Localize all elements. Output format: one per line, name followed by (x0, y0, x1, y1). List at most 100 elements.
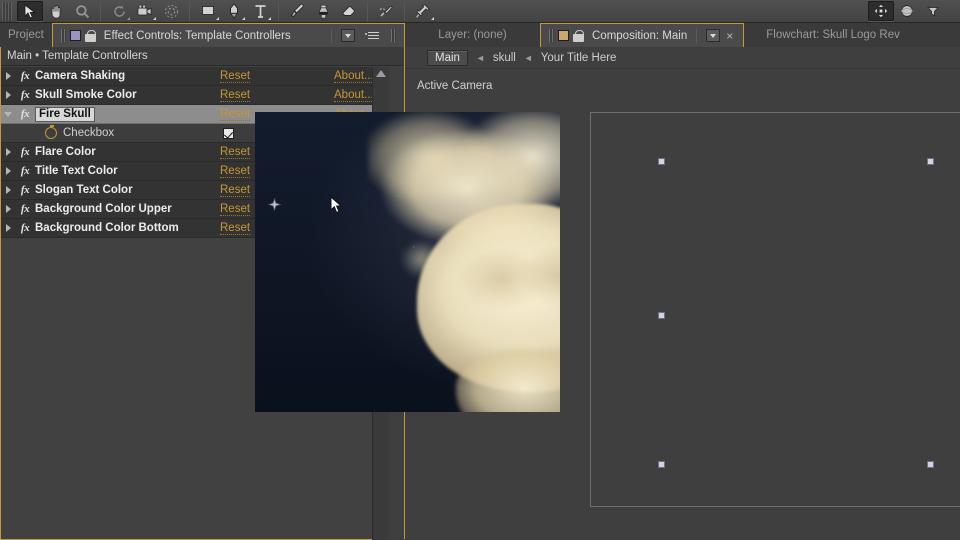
clone-stamp-tool[interactable] (310, 1, 336, 21)
stopwatch-icon[interactable] (45, 125, 57, 139)
twirl-arrow-icon[interactable] (1, 148, 15, 156)
toolbar-separator (278, 1, 279, 21)
composition-render[interactable] (255, 112, 560, 412)
pan-behind-tool[interactable] (158, 1, 184, 21)
after-effects-window: Project Effect Controls: Template Contro… (0, 0, 960, 540)
twirl-arrow-icon[interactable] (1, 205, 15, 213)
tool-flyout-arrow (216, 17, 219, 20)
tools-toolbar (0, 0, 960, 23)
tab-composition-label: Composition: Main (592, 29, 688, 42)
breadcrumb-comp-your-title-here[interactable]: Your Title Here (541, 52, 617, 64)
twirl-arrow-icon[interactable] (1, 167, 15, 175)
reset-link[interactable]: Reset (220, 108, 251, 121)
hand-tool[interactable] (43, 1, 69, 21)
eraser-tool[interactable] (336, 1, 362, 21)
checkbox-input[interactable] (223, 127, 234, 139)
breadcrumb-arrow-icon: ◄ (523, 52, 533, 63)
composition-color-swatch (558, 30, 569, 41)
toolbar-separator (100, 1, 101, 21)
toolbar-group-axis-modes (866, 0, 948, 23)
reset-link[interactable]: Reset (220, 184, 251, 197)
toolbar-group-paint (282, 0, 364, 23)
tab-effect-controls-label: Effect Controls: Template Controllers (103, 29, 291, 42)
toolbar-separator (189, 1, 190, 21)
toolbar-group-selection (15, 0, 97, 23)
twirl-arrow-icon[interactable] (1, 72, 15, 80)
tab-project-label: Project (8, 29, 44, 41)
tab-project[interactable]: Project (0, 23, 52, 47)
reset-link[interactable]: Reset (220, 146, 251, 159)
toolbar-group-camera (104, 0, 186, 23)
shape-tool[interactable] (195, 1, 221, 21)
tab-flowchart[interactable]: Flowchart: Skull Logo Rev (744, 23, 908, 47)
rotation-tool[interactable] (106, 1, 132, 21)
chevron-down-icon[interactable] (341, 29, 355, 42)
tab-effect-controls[interactable]: Effect Controls: Template Controllers (51, 23, 405, 47)
zoom-tool[interactable] (69, 1, 95, 21)
twirl-arrow-icon[interactable] (1, 224, 15, 232)
about-link[interactable]: About... (334, 89, 374, 102)
puppet-pin-tool[interactable] (410, 1, 436, 21)
anchor-point-icon[interactable] (268, 198, 281, 211)
toolbar-drag-grip[interactable] (2, 2, 12, 20)
selection-handle-middle-left[interactable] (658, 312, 665, 319)
fx-icon: fx (20, 165, 30, 177)
view-axis-mode[interactable] (920, 1, 946, 21)
toolbar-group-puppet (408, 0, 438, 23)
selection-handle-bottom-left[interactable] (658, 461, 665, 468)
tab-layer-viewer[interactable]: Layer: (none) (405, 23, 540, 47)
lock-icon[interactable] (573, 29, 584, 42)
scroll-up-arrow-icon[interactable] (376, 70, 386, 77)
tab-separator (696, 28, 698, 43)
tab-composition-viewer[interactable]: Composition: Main × (540, 23, 745, 47)
selection-handle-top-left[interactable] (658, 158, 665, 165)
twirl-arrow-icon[interactable] (1, 186, 15, 194)
tab-separator (331, 28, 332, 43)
effect-name: Background Color Bottom (35, 222, 179, 234)
camera-tool[interactable] (132, 1, 158, 21)
tool-flyout-arrow (431, 17, 434, 20)
local-axis-mode[interactable] (868, 1, 894, 21)
effect-name: Slogan Text Color (35, 184, 133, 196)
selection-tool[interactable] (17, 1, 43, 21)
panel-resize-grip[interactable] (391, 29, 396, 42)
effect-name: Skull Smoke Color (35, 89, 137, 101)
pen-tool[interactable] (221, 1, 247, 21)
tool-flyout-arrow (242, 17, 245, 20)
breadcrumb-arrow-icon: ◄ (475, 52, 485, 63)
effect-row-camera-shaking[interactable]: fx Camera Shaking Reset About... (1, 67, 389, 86)
active-camera-label: Active Camera (417, 80, 493, 92)
selection-handle-bottom-right[interactable] (927, 461, 934, 468)
toolbar-group-shape-text (193, 0, 275, 23)
toolbar-group-roto (371, 0, 401, 23)
reset-link[interactable]: Reset (220, 70, 251, 83)
twirl-arrow-icon[interactable] (1, 91, 15, 99)
tool-flyout-arrow (153, 17, 156, 20)
tab-drag-grip[interactable] (549, 29, 554, 42)
brush-tool[interactable] (284, 1, 310, 21)
toolbar-separator (367, 1, 368, 21)
type-tool[interactable] (247, 1, 273, 21)
selection-handle-top-right[interactable] (927, 158, 934, 165)
tab-drag-grip[interactable] (60, 29, 66, 42)
lock-icon[interactable] (84, 29, 96, 42)
breadcrumb-comp-skull[interactable]: skull (493, 52, 516, 64)
fx-icon: fx (20, 70, 30, 82)
effect-name: Fire Skull (35, 106, 95, 122)
left-panel-tab-bar: Project Effect Controls: Template Contro… (0, 23, 405, 47)
panel-menu-icon[interactable] (365, 31, 379, 40)
chevron-down-icon[interactable] (706, 29, 721, 42)
about-link[interactable]: About... (334, 70, 374, 83)
close-icon[interactable]: × (724, 29, 735, 43)
world-axis-mode[interactable] (894, 1, 920, 21)
twirl-arrow-icon[interactable] (1, 111, 15, 117)
right-panel-tab-bar: Layer: (none) Composition: Main × Flowch… (405, 23, 960, 47)
viewer-bounding-box (590, 112, 960, 507)
roto-brush-tool[interactable] (373, 1, 399, 21)
effect-row-skull-smoke-color[interactable]: fx Skull Smoke Color Reset About... (1, 86, 389, 105)
reset-link[interactable]: Reset (220, 89, 251, 102)
reset-link[interactable]: Reset (220, 203, 251, 216)
breadcrumb-comp-main[interactable]: Main (427, 49, 468, 66)
reset-link[interactable]: Reset (220, 165, 251, 178)
reset-link[interactable]: Reset (220, 222, 251, 235)
